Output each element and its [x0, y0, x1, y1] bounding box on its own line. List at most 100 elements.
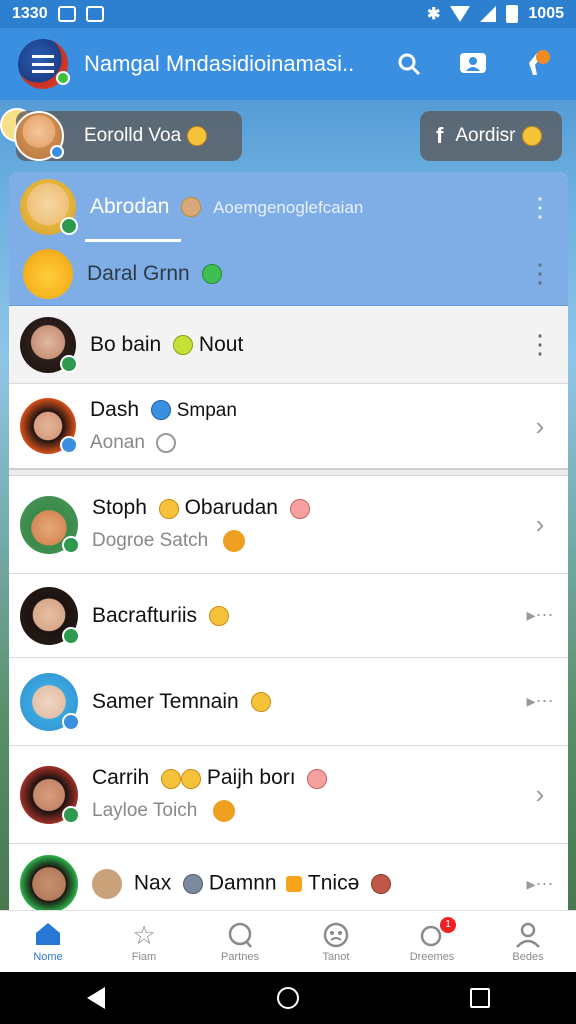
avatar [20, 586, 80, 645]
photo-notification-icon [57, 6, 76, 22]
nav-item-tanot[interactable]: Tanot [288, 921, 384, 963]
verified-icon [150, 400, 171, 421]
back-button[interactable] [76, 978, 116, 1018]
list-item[interactable]: Stoph Obarudan Dogroe Satch › [9, 476, 568, 574]
list-item[interactable]: Carrih Paijh borı Layloe Toich › [9, 746, 568, 844]
notification-badge: 1 [440, 916, 456, 933]
list-item[interactable]: Bo bain Nout ⋮ [9, 306, 568, 384]
list-item[interactable]: Dash Smpan Aonan › [9, 384, 568, 470]
contact-extra: Nout [198, 332, 244, 356]
home-icon [34, 921, 62, 951]
contact-extra: Smpan [176, 400, 237, 421]
bluetooth-icon: ✱ [427, 6, 441, 23]
app-notification-icon [85, 6, 104, 22]
chevron-right-icon[interactable]: › [520, 411, 560, 442]
list-item[interactable]: Samer Temnain ▸⋯ [9, 658, 568, 746]
wifi-icon [450, 6, 471, 22]
bottom-nav: Nome ☆ Fiam Partnes Tanot 1 Dreemes Bede… [0, 910, 576, 972]
avatar [20, 398, 78, 454]
nav-label: Nome [33, 950, 63, 963]
facebook-icon: f [436, 123, 444, 148]
app-logo-icon[interactable] [18, 39, 70, 89]
emoji-icon [158, 498, 179, 519]
bubble-icon: 1 [418, 916, 456, 951]
recents-button[interactable] [460, 978, 500, 1018]
message-preview: Layloe Toich [92, 800, 198, 822]
face-icon [322, 921, 350, 951]
video-call-icon[interactable]: ▸⋯ [520, 605, 560, 626]
list-item[interactable]: Nax Damnn Tnicə ▸⋯ [9, 844, 568, 910]
emoji-icon [183, 874, 204, 894]
recents-icon [470, 988, 490, 1008]
chevron-right-icon[interactable]: › [520, 779, 560, 810]
nav-label: Dreemes [409, 950, 455, 963]
emoji-icon [187, 126, 208, 146]
contact-name: Dash [90, 398, 140, 421]
more-options-icon[interactable]: ⋮ [520, 258, 560, 289]
nav-label: Partnes [221, 950, 259, 963]
nav-label: Tanot [322, 950, 350, 963]
star-icon: ☆ [132, 919, 156, 950]
tag-icon [286, 876, 303, 892]
video-call-icon[interactable]: ▸⋯ [520, 691, 560, 712]
battery-icon [506, 5, 519, 23]
contact-extra: Obarudan [184, 496, 278, 520]
contact-name: Samer Temnain [92, 689, 239, 713]
system-nav-bar [0, 972, 576, 1024]
nav-item-home[interactable]: Nome [0, 921, 96, 963]
search-icon[interactable] [394, 49, 424, 79]
nav-item-dreemes[interactable]: 1 Dreemes [384, 916, 480, 963]
story-pills-row: Eorolld Voa f Aordisr [0, 108, 576, 164]
emoji-icon [521, 126, 542, 146]
emoji-icon [181, 768, 202, 789]
back-icon [87, 987, 105, 1009]
notification-icon[interactable] [522, 49, 552, 79]
nav-label: Bedes [512, 950, 544, 963]
avatar [23, 248, 73, 299]
app-title: Namgal Mndasidioinamasi.. [84, 51, 355, 76]
contact-name: Stoph [92, 496, 147, 520]
profile-pill[interactable]: f Aordisr [420, 111, 562, 161]
orange-badge-icon [223, 530, 246, 553]
status-time: 1330 [12, 5, 48, 22]
chat-list: Abrodan Aoemgenoglefcaian ⋮ Daral Grnn ⋮… [9, 172, 568, 910]
list-item[interactable]: Bacrafturiis ▸⋯ [9, 574, 568, 658]
clock-icon [156, 432, 177, 453]
orange-badge-icon [212, 800, 235, 823]
nav-item-favorites[interactable]: ☆ Fiam [96, 921, 192, 963]
more-options-icon[interactable]: ⋮ [520, 192, 560, 223]
home-circle-icon [277, 987, 299, 1009]
emoji-icon [161, 768, 182, 789]
nav-item-bedes[interactable]: Bedes [480, 921, 576, 963]
avatar [20, 855, 78, 910]
list-item[interactable]: Abrodan Aoemgenoglefcaian ⋮ [9, 172, 568, 242]
avatar [20, 316, 78, 373]
contacts-icon[interactable] [458, 49, 488, 79]
chevron-right-icon[interactable]: › [520, 509, 560, 540]
profile-pill-label: Aordisr [455, 125, 516, 146]
avatar [20, 179, 78, 235]
list-item[interactable]: Daral Grnn ⋮ [9, 242, 568, 306]
contact-name: Abrodan [90, 195, 170, 218]
more-options-icon[interactable]: ⋮ [520, 329, 560, 360]
emoji-icon [289, 498, 310, 519]
message-preview: Dogroe Satch [92, 530, 209, 552]
emoji-icon [250, 691, 271, 712]
video-call-icon[interactable]: ▸⋯ [520, 874, 560, 895]
contact-name: Daral Grnn [87, 261, 190, 285]
emoji-icon [173, 334, 194, 355]
avatar [20, 672, 80, 731]
emoji-icon [307, 768, 328, 789]
status-bar: 1330 ✱ 1005 [0, 0, 576, 28]
home-button[interactable] [268, 978, 308, 1018]
user-pill[interactable]: Eorolld Voa [14, 111, 242, 161]
avatar [92, 869, 122, 899]
contact-name: Nax [133, 871, 172, 895]
nav-item-partners[interactable]: Partnes [192, 921, 288, 963]
avatar [20, 765, 80, 824]
contact-extra: Damnn [208, 871, 277, 895]
status-time-right: 1005 [528, 5, 564, 22]
contact-name: Carrih [92, 766, 150, 790]
avatar [14, 111, 64, 161]
online-badge-icon [201, 263, 222, 284]
